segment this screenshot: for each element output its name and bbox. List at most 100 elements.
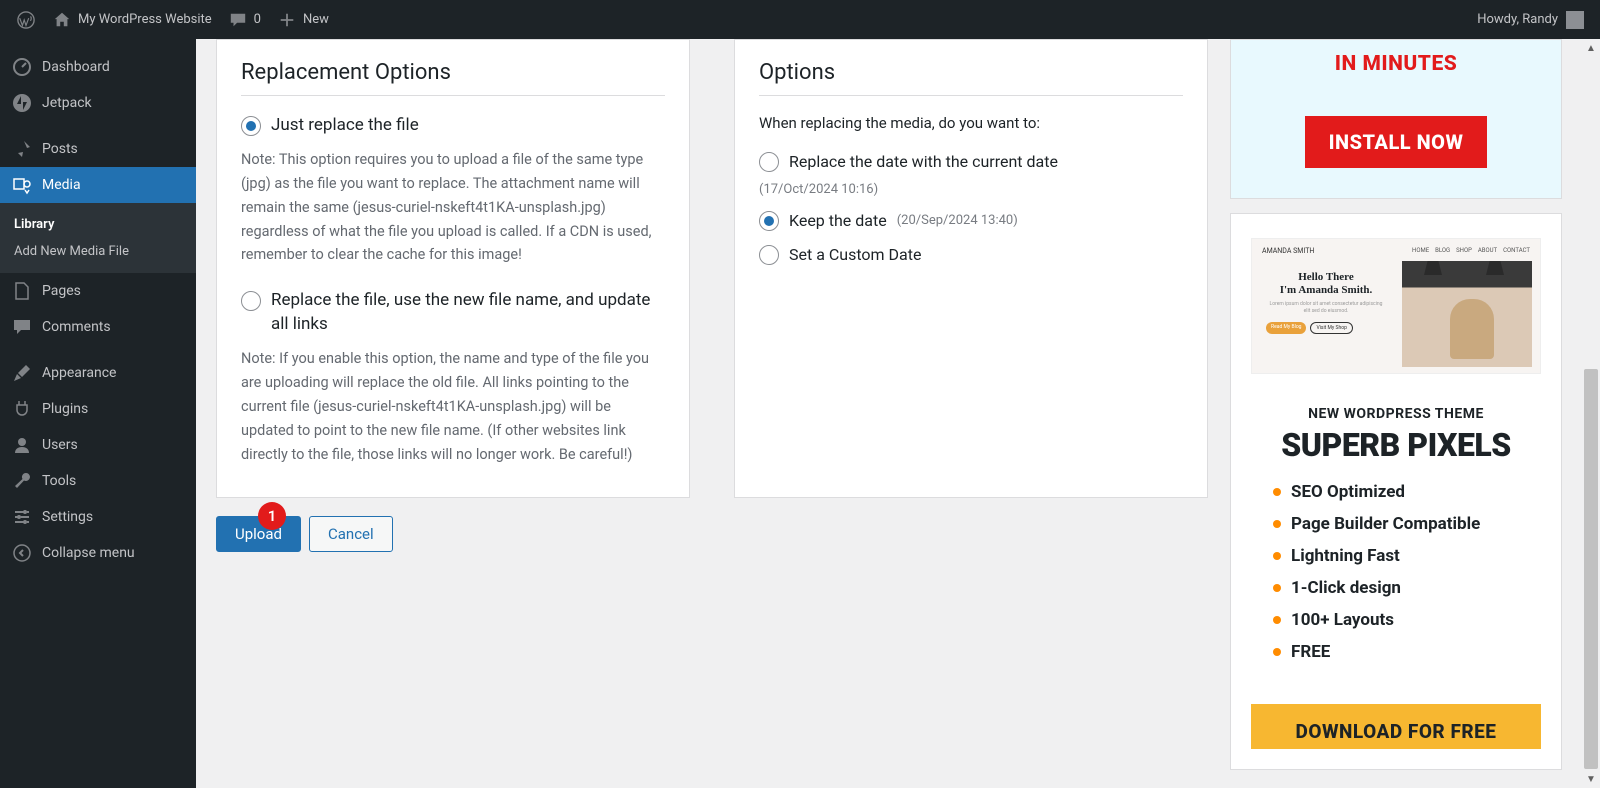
radio-just-replace[interactable]: [241, 116, 261, 136]
menu-posts[interactable]: Posts: [0, 131, 196, 167]
menu-label: Jetpack: [42, 95, 92, 111]
menu-label: Media: [42, 177, 81, 193]
menu-settings[interactable]: Settings: [0, 499, 196, 535]
radio-keep-date[interactable]: [759, 211, 779, 231]
submenu-add-new[interactable]: Add New Media File: [0, 238, 196, 265]
site-title: My WordPress Website: [78, 12, 212, 27]
opt-label: Keep the date: [789, 211, 887, 230]
scroll-up[interactable]: ▲: [1582, 39, 1600, 57]
menu-label: Plugins: [42, 401, 88, 417]
submenu-media: Library Add New Media File: [0, 203, 196, 273]
opt-hint: (20/Sep/2024 13:40): [897, 213, 1018, 228]
menu-plugins[interactable]: Plugins: [0, 391, 196, 427]
admin-bar-right[interactable]: Howdy, Randy: [1477, 11, 1592, 29]
preview-im: I'm Amanda Smith.: [1266, 284, 1386, 297]
feature-item: Page Builder Compatible: [1273, 514, 1541, 534]
replacement-heading: Replacement Options: [241, 60, 665, 96]
avatar: [1566, 11, 1584, 29]
menu-label: Settings: [42, 509, 93, 525]
options-heading: Options: [759, 60, 1183, 96]
preview-image: [1402, 261, 1532, 367]
howdy-text: Howdy, Randy: [1477, 12, 1558, 27]
date-option-current[interactable]: Replace the date with the current date (…: [759, 150, 1183, 197]
promo-column: IN MINUTES INSTALL NOW AMANDA SMITH HOME…: [1230, 39, 1562, 770]
collapse-icon: [12, 543, 32, 563]
date-option-custom[interactable]: Set a Custom Date: [759, 243, 1183, 265]
settings-icon: [12, 507, 32, 527]
wordpress-icon: [16, 10, 36, 30]
bullet-icon: [1273, 488, 1281, 496]
replace-note-2: Note: If you enable this option, the nam…: [241, 347, 665, 467]
options-subtext: When replacing the media, do you want to…: [759, 114, 1183, 132]
new-link[interactable]: New: [269, 0, 337, 39]
cancel-button[interactable]: Cancel: [309, 516, 393, 552]
menu-label: Pages: [42, 283, 81, 299]
opt-label: Replace the date with the current date: [789, 152, 1058, 171]
feature-item: SEO Optimized: [1273, 482, 1541, 502]
bullet-icon: [1273, 616, 1281, 624]
download-free-button[interactable]: DOWNLOAD FOR FREE: [1251, 704, 1541, 749]
scroll-thumb[interactable]: [1584, 369, 1598, 769]
admin-bar-left: My WordPress Website 0 New: [8, 0, 337, 39]
pin-icon: [12, 139, 32, 159]
install-now-button[interactable]: INSTALL NOW: [1305, 116, 1488, 168]
replace-note-1: Note: This option requires you to upload…: [241, 148, 665, 268]
plug-icon: [12, 399, 32, 419]
comments-link[interactable]: 0: [220, 0, 269, 39]
wp-logo[interactable]: [8, 0, 44, 39]
promo-top-box: IN MINUTES INSTALL NOW: [1230, 39, 1562, 199]
radio-current-date[interactable]: [759, 152, 779, 172]
feature-item: 1-Click design: [1273, 578, 1541, 598]
radio-label: Replace the file, use the new file name,…: [271, 289, 665, 337]
menu-comments[interactable]: Comments: [0, 309, 196, 345]
submenu-library[interactable]: Library: [0, 211, 196, 238]
menu-dashboard[interactable]: Dashboard: [0, 49, 196, 85]
menu-appearance[interactable]: Appearance: [0, 355, 196, 391]
menu-label: Appearance: [42, 365, 116, 381]
preview-nav: HOMEBLOGSHOPABOUTCONTACT: [1412, 247, 1530, 255]
preview-lorem: Lorem ipsum dolor sit amet consectetur a…: [1266, 301, 1386, 314]
preview-btn-shop: Visit My Shop: [1310, 322, 1352, 334]
menu-label: Comments: [42, 319, 111, 335]
scroll-down[interactable]: ▼: [1582, 770, 1600, 788]
site-link[interactable]: My WordPress Website: [44, 0, 220, 39]
wrench-icon: [12, 471, 32, 491]
comment-icon: [228, 10, 248, 30]
preview-brand: AMANDA SMITH: [1262, 247, 1314, 255]
menu-users[interactable]: Users: [0, 427, 196, 463]
bullet-icon: [1273, 584, 1281, 592]
opt-hint: (17/Oct/2024 10:16): [759, 182, 878, 197]
theme-preview: AMANDA SMITH HOMEBLOGSHOPABOUTCONTACT He…: [1251, 238, 1541, 374]
date-option-keep[interactable]: Keep the date (20/Sep/2024 13:40): [759, 209, 1183, 231]
scrollbar[interactable]: ▲ ▼: [1582, 39, 1600, 788]
options-panel: Options When replacing the media, do you…: [734, 39, 1208, 498]
menu-collapse[interactable]: Collapse menu: [0, 535, 196, 571]
menu-label: Collapse menu: [42, 545, 135, 561]
dashboard-icon: [12, 57, 32, 77]
replace-option-rename[interactable]: Replace the file, use the new file name,…: [241, 289, 665, 337]
comment-icon: [12, 317, 32, 337]
menu-label: Dashboard: [42, 59, 110, 75]
replace-option-just[interactable]: Just replace the file: [241, 114, 665, 138]
admin-bar: My WordPress Website 0 New Howdy, Randy: [0, 0, 1600, 39]
jetpack-icon: [12, 93, 32, 113]
promo-theme-name: SUPERB PIXELS: [1251, 426, 1541, 464]
bullet-icon: [1273, 648, 1281, 656]
menu-pages[interactable]: Pages: [0, 273, 196, 309]
admin-sidebar: Dashboard Jetpack Posts Media Library Ad…: [0, 39, 196, 788]
comments-count: 0: [254, 12, 261, 27]
content-area: Replacement Options Just replace the fil…: [196, 39, 1582, 788]
preview-btn-blog: Read My Blog: [1266, 322, 1306, 334]
bullet-icon: [1273, 520, 1281, 528]
brush-icon: [12, 363, 32, 383]
home-icon: [52, 10, 72, 30]
menu-media[interactable]: Media: [0, 167, 196, 203]
radio-rename[interactable]: [241, 291, 261, 311]
user-icon: [12, 435, 32, 455]
menu-jetpack[interactable]: Jetpack: [0, 85, 196, 121]
menu-label: Users: [42, 437, 78, 453]
replacement-panel: Replacement Options Just replace the fil…: [216, 39, 690, 498]
radio-custom-date[interactable]: [759, 245, 779, 265]
menu-tools[interactable]: Tools: [0, 463, 196, 499]
media-icon: [12, 175, 32, 195]
